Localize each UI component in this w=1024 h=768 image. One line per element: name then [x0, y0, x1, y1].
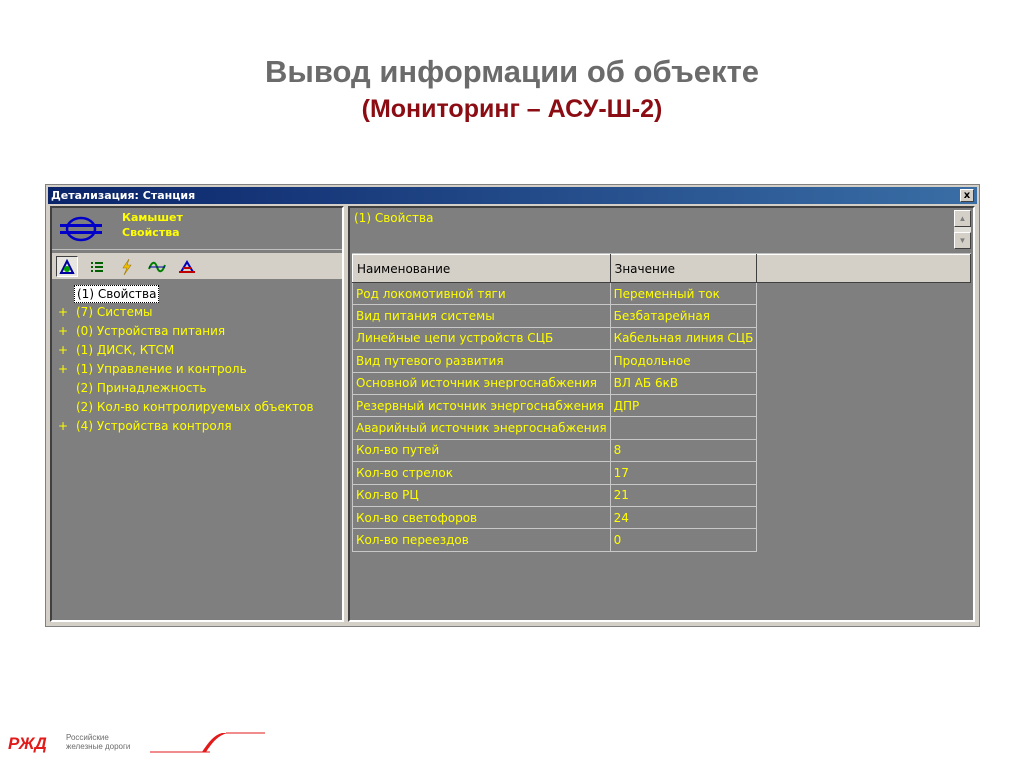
properties-pane: (1) Свойства ▲ ▼ Наименование Значение Р… — [348, 206, 975, 622]
tree-expander[interactable]: + — [58, 417, 68, 436]
cell-name: Кол-во РЦ — [352, 483, 611, 507]
slide-title: Вывод информации об объекте — [265, 54, 759, 89]
tree-item-label: (2) Принадлежность — [76, 381, 207, 395]
column-header-value[interactable]: Значение — [609, 254, 758, 283]
tree-item-ownership[interactable]: (2) Принадлежность — [52, 379, 342, 398]
cell-name: Резервный источник энергоснабжения — [352, 393, 611, 418]
cell-value: Кабельная линия СЦБ — [609, 326, 758, 351]
cell-value: ДПР — [609, 393, 758, 418]
properties-title: (1) Свойства — [354, 211, 434, 225]
tree-toolbar — [52, 253, 342, 280]
tree-item-monitored-count[interactable]: (2) Кол-во контролируемых объектов — [52, 398, 342, 417]
column-header-name[interactable]: Наименование — [352, 254, 611, 283]
cell-name: Кол-во путей — [352, 438, 611, 463]
footer-company-name: Российские железные дороги — [66, 733, 130, 751]
header-scrollbar[interactable]: ▲ ▼ — [954, 210, 971, 249]
cell-name: Аварийный источник энергоснабжения — [352, 416, 611, 440]
tree-item-properties[interactable]: (1) Свойства — [52, 284, 342, 303]
cell-value: 17 — [609, 461, 758, 485]
cell-name: Линейные цепи устройств СЦБ — [352, 326, 611, 351]
footer-line-2: железные дороги — [66, 742, 131, 751]
properties-grid: Наименование Значение Род локомотивной т… — [352, 253, 971, 618]
tree-expander[interactable]: + — [58, 360, 68, 379]
station-name: Камышет — [122, 211, 183, 224]
table-row[interactable]: Кол-во стрелок 17 — [352, 461, 971, 485]
properties-table: Наименование Значение Род локомотивной т… — [352, 254, 971, 552]
cell-name: Кол-во светофоров — [352, 505, 611, 530]
cell-value: Переменный ток — [609, 281, 758, 306]
tree-item-label: (2) Кол-во контролируемых объектов — [76, 400, 314, 414]
table-row[interactable]: Кол-во РЦ 21 — [352, 483, 971, 507]
tree-expander[interactable]: + — [58, 322, 68, 341]
cell-name: Основной источник энергоснабжения — [352, 371, 611, 395]
table-row[interactable]: Основной источник энергоснабжения ВЛ АБ 6… — [352, 371, 971, 395]
window-titlebar[interactable]: Детализация: Станция x — [48, 187, 977, 204]
tree-item-power-devices[interactable]: + (0) Устройства питания — [52, 322, 342, 341]
cell-value: 21 — [609, 483, 758, 507]
cell-value: 0 — [609, 528, 758, 552]
table-row[interactable]: Кол-во переездов 0 — [352, 528, 971, 552]
table-row[interactable]: Вид питания системы Безбатарейная — [352, 304, 971, 328]
slide-subtitle: (Мониторинг – АСУ-Ш-2) — [361, 95, 663, 123]
properties-icon[interactable] — [56, 256, 78, 277]
cell-value: Продольное — [609, 349, 758, 373]
properties-header: (1) Свойства ▲ ▼ — [350, 208, 973, 251]
tree-item-label: (1) ДИСК, КТСМ — [76, 343, 175, 357]
cell-value: 8 — [609, 438, 758, 463]
table-row[interactable]: Аварийный источник энергоснабжения — [352, 416, 971, 440]
window-title: Детализация: Станция — [51, 189, 196, 202]
tree-item-label: (0) Устройства питания — [76, 324, 226, 338]
lightning-icon[interactable] — [116, 256, 138, 277]
cell-name: Вид путевого развития — [352, 349, 611, 373]
list-icon[interactable] — [86, 256, 108, 277]
cell-name: Вид питания системы — [352, 304, 611, 328]
cell-value: Безбатарейная — [609, 304, 758, 328]
station-track-icon[interactable] — [176, 256, 198, 277]
table-row[interactable]: Род локомотивной тяги Переменный ток — [352, 281, 971, 306]
cell-name: Род локомотивной тяги — [352, 281, 611, 306]
table-row[interactable]: Вид путевого развития Продольное — [352, 349, 971, 373]
cell-name: Кол-во переездов — [352, 528, 611, 552]
svg-text:РЖД: РЖД — [8, 734, 47, 753]
tree-expander[interactable]: + — [58, 303, 68, 322]
tree-item-label: (1) Управление и контроль — [76, 362, 247, 376]
cell-name: Кол-во стрелок — [352, 461, 611, 485]
close-button[interactable]: x — [960, 189, 974, 202]
tree-item-disk-ktsm[interactable]: + (1) ДИСК, КТСМ — [52, 341, 342, 360]
object-tree: (1) Свойства + (7) Системы + (0) Устройс… — [52, 284, 342, 436]
cell-value: 24 — [609, 505, 758, 530]
tree-item-control[interactable]: + (1) Управление и контроль — [52, 360, 342, 379]
signal-icon[interactable] — [146, 256, 168, 277]
scroll-down-icon[interactable]: ▼ — [954, 232, 971, 249]
tree-item-label: (7) Системы — [76, 305, 153, 319]
cell-value: ВЛ АБ 6кВ — [609, 371, 758, 395]
cell-value — [609, 416, 758, 440]
footer-line-1: Российские — [66, 733, 109, 742]
scroll-up-icon[interactable]: ▲ — [954, 210, 971, 227]
details-window: Детализация: Станция x Камышет Свойства — [45, 184, 980, 627]
tree-expander[interactable]: + — [58, 341, 68, 360]
tree-item-label: (4) Устройства контроля — [76, 419, 232, 433]
station-icon — [60, 216, 102, 242]
column-header-filler — [756, 254, 971, 283]
station-header: Камышет Свойства — [52, 208, 342, 250]
tree-item-label: (1) Свойства — [74, 285, 160, 303]
tree-item-systems[interactable]: + (7) Системы — [52, 303, 342, 322]
table-row[interactable]: Линейные цепи устройств СЦБ Кабельная лин… — [352, 326, 971, 351]
table-row[interactable]: Кол-во светофоров 24 — [352, 505, 971, 530]
station-subtitle: Свойства — [122, 226, 180, 239]
footer-swoosh — [150, 732, 265, 753]
table-row[interactable]: Резервный источник энергоснабжения ДПР — [352, 393, 971, 418]
object-tree-pane: Камышет Свойства (1) Свойства + (7) Сист… — [50, 206, 344, 622]
table-row[interactable]: Кол-во путей 8 — [352, 438, 971, 463]
tree-item-monitoring-devices[interactable]: + (4) Устройства контроля — [52, 417, 342, 436]
table-header-row: Наименование Значение — [352, 254, 971, 283]
